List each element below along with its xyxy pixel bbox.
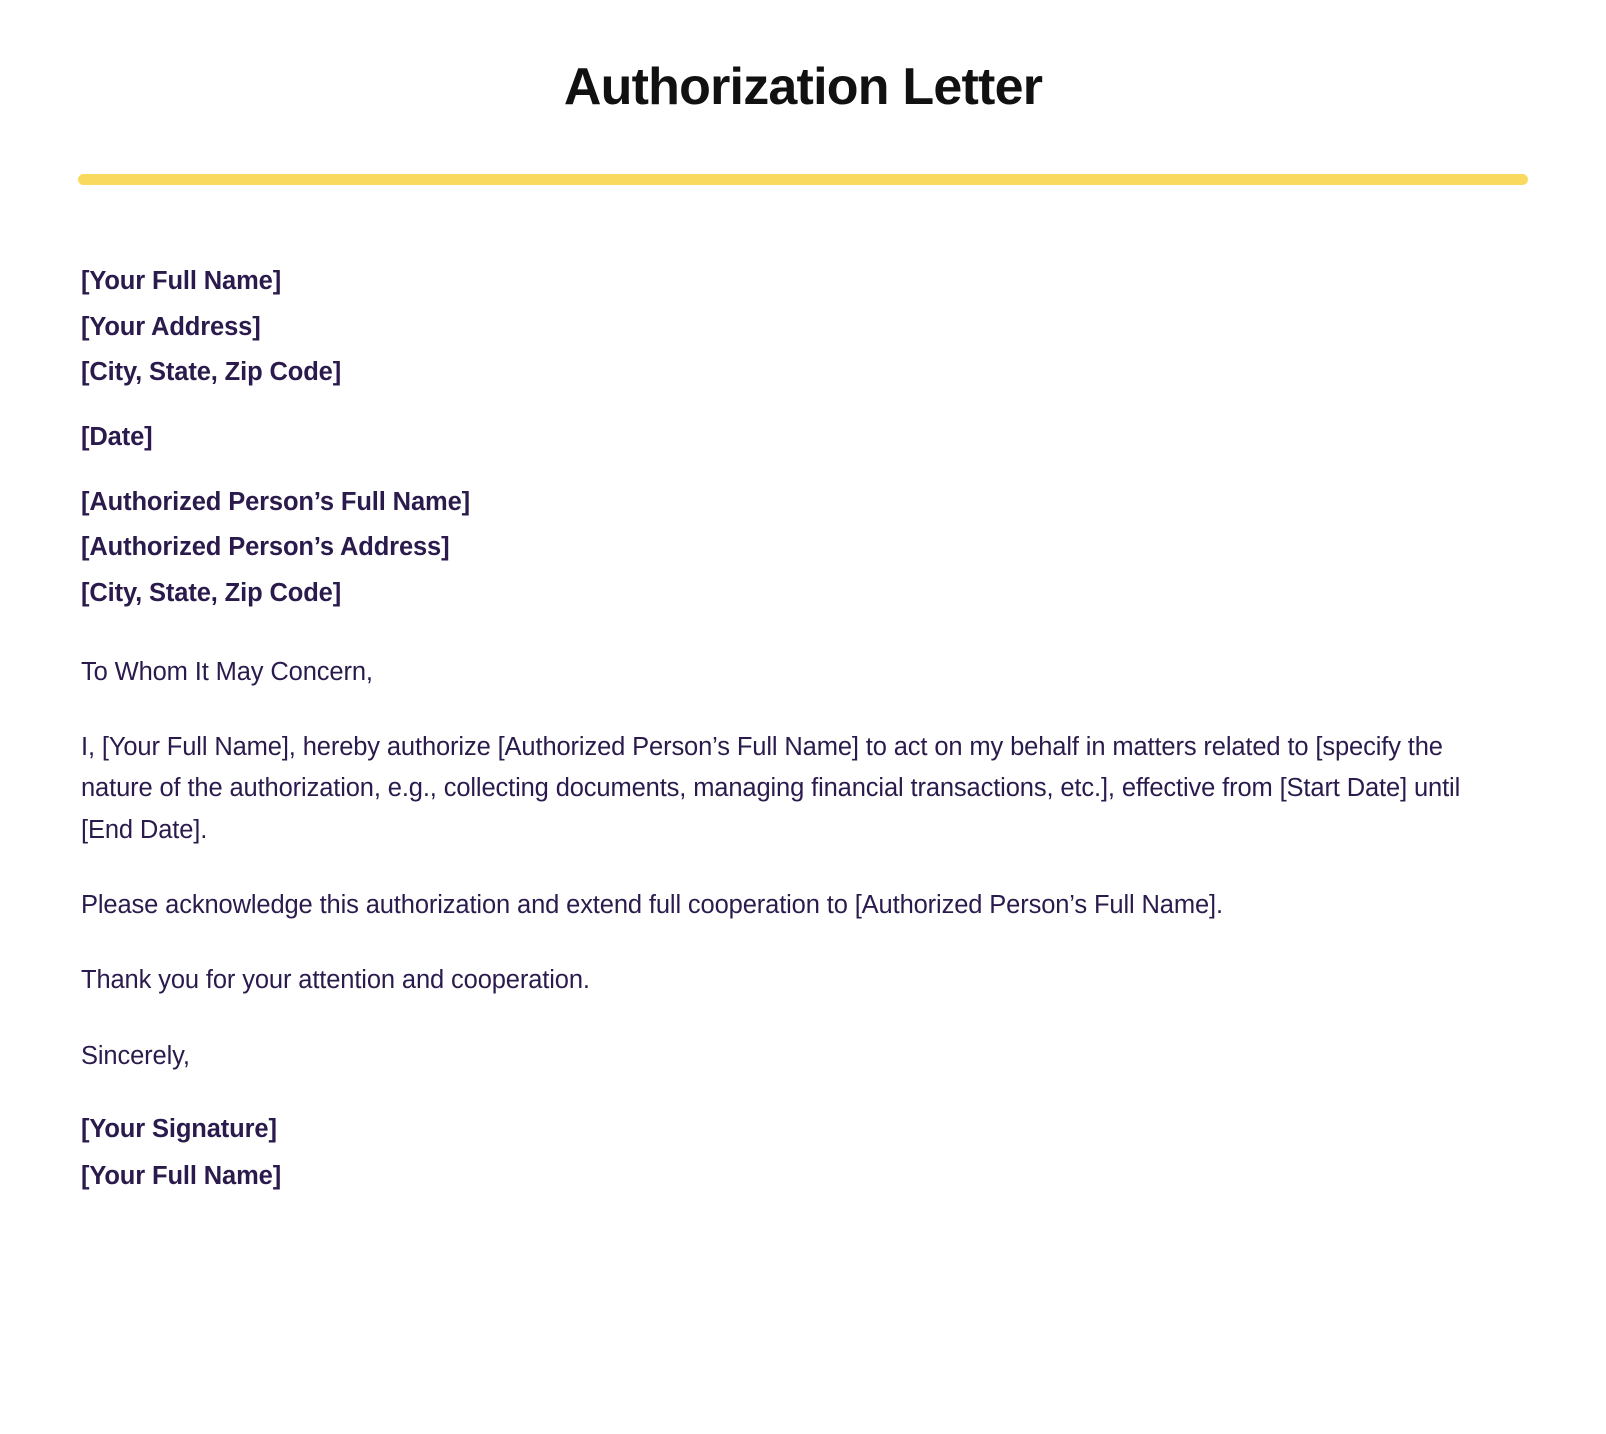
recipient-address-block: [Authorized Person’s Full Name] [Authori…	[81, 484, 1528, 612]
document-page: Authorization Letter [Your Full Name] [Y…	[0, 0, 1606, 1434]
sender-name: [Your Full Name]	[81, 266, 282, 295]
date-block: [Date]	[81, 419, 1528, 456]
accent-divider	[78, 173, 1528, 185]
recipient-city-state-zip: [City, State, Zip Code]	[81, 579, 342, 608]
body-paragraph-2: Please acknowledge this authorization an…	[81, 891, 1223, 920]
closing-salutation: Sincerely,	[81, 1041, 190, 1070]
page-title: Authorization Letter	[563, 58, 1043, 116]
signer-name: [Your Full Name]	[81, 1161, 282, 1190]
letter-date: [Date]	[81, 422, 153, 451]
salutation: To Whom It May Concern,	[81, 657, 373, 686]
accent-divider-wrapper	[0, 173, 1606, 185]
letter-body: [Your Full Name] [Your Address] [City, S…	[78, 185, 1528, 1195]
sender-address: [Your Address]	[81, 312, 261, 341]
sender-address-block: [Your Full Name] [Your Address] [City, S…	[81, 263, 1528, 391]
body-paragraph-3: Thank you for your attention and coopera…	[81, 966, 590, 995]
recipient-address: [Authorized Person’s Address]	[81, 533, 450, 562]
signature-placeholder: [Your Signature]	[81, 1114, 277, 1143]
body-paragraph-1: I, [Your Full Name], hereby authorize [A…	[81, 733, 1461, 844]
sender-city-state-zip: [City, State, Zip Code]	[81, 358, 342, 387]
recipient-name: [Authorized Person’s Full Name]	[81, 487, 470, 516]
signature-block: [Your Signature] [Your Full Name]	[81, 1111, 1528, 1194]
